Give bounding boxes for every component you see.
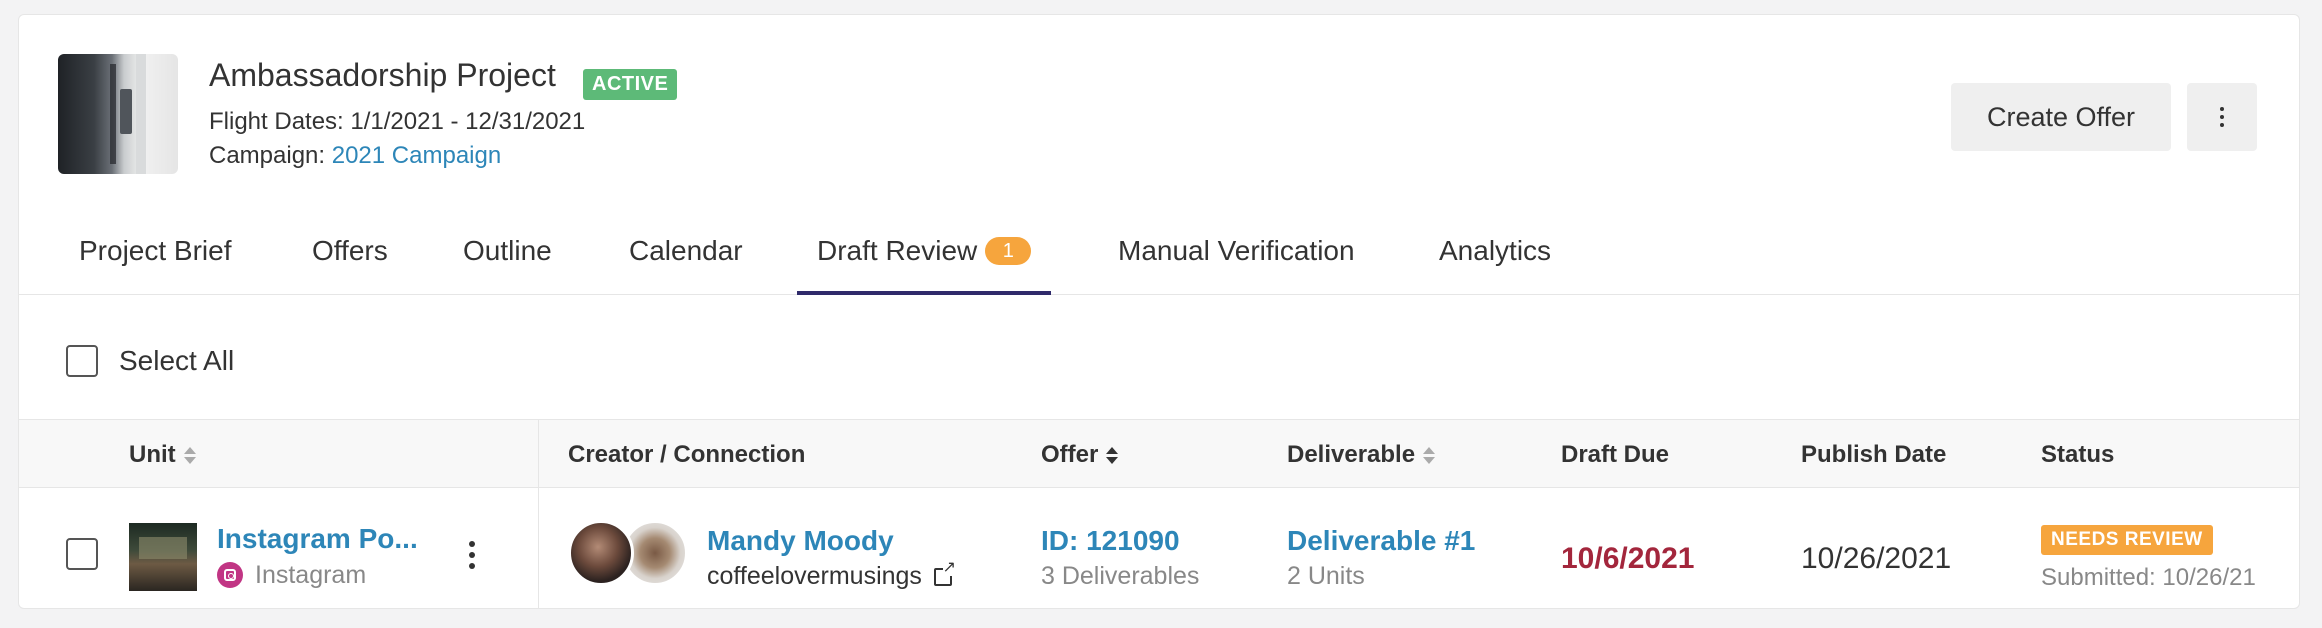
column-header-publish-date: Publish Date [1801,441,1947,468]
tab-offers[interactable]: Offers [312,235,388,295]
status-badge-active: ACTIVE [583,69,678,100]
external-link-icon [933,560,956,586]
tab-draft-review[interactable]: Draft Review 1 [797,235,1052,295]
tab-manual-verification[interactable]: Manual Verification [1118,235,1355,295]
column-header-creator: Creator / Connection [568,441,806,468]
status-badge-needs-review: NEEDS REVIEW [2041,525,2213,555]
instagram-icon [217,562,243,588]
deliverable-link[interactable]: Deliverable #1 [1287,525,1475,557]
tab-draft-review-label: Draft Review [817,235,978,266]
more-options-button[interactable] [2187,83,2257,151]
campaign-link[interactable]: 2021 Campaign [332,142,501,169]
select-all-checkbox[interactable] [66,345,98,377]
column-header-draft-due: Draft Due [1561,441,1670,468]
flight-dates: Flight Dates: 1/1/2021 - 12/31/2021 [209,108,586,135]
select-all-label: Select All [119,345,235,376]
campaign-info: Campaign: 2021 Campaign [209,142,501,170]
row-checkbox[interactable] [66,538,98,570]
sort-icon [1106,446,1119,466]
column-header-offer[interactable]: Offer [1041,441,1119,469]
offer-deliverable-count: 3 Deliverables [1041,562,1200,590]
table-header: Unit Creator / Connection Offer Delivera… [19,420,2299,488]
create-offer-button[interactable]: Create Offer [1951,83,2171,151]
project-thumbnail [58,54,178,174]
unit-thumbnail [129,523,197,591]
column-header-deliverable[interactable]: Deliverable [1287,441,1436,469]
creator-handle[interactable]: coffeelovermusings [707,560,956,591]
creator-avatar [568,520,634,586]
project-card: Ambassadorship Project ACTIVE Flight Dat… [18,14,2300,609]
draft-review-count-badge: 1 [985,237,1032,265]
select-all-row: Select All [19,296,2299,420]
deliverable-units: 2 Units [1287,562,1365,590]
row-more-options-button[interactable] [469,541,475,569]
campaign-label: Campaign: [209,142,332,169]
column-header-status: Status [2041,441,2115,468]
publish-date: 10/26/2021 [1801,542,1952,575]
tab-analytics[interactable]: Analytics [1439,235,1551,295]
project-title: Ambassadorship Project [209,57,556,93]
tab-outline[interactable]: Outline [463,235,552,295]
vertical-dots-icon [2220,107,2224,127]
tab-calendar[interactable]: Calendar [629,235,743,295]
submitted-date: Submitted: 10/26/21 [2041,564,2256,591]
table-row: Instagram Po... Instagram Mandy Moody co… [19,489,2299,608]
tab-project-brief[interactable]: Project Brief [79,235,232,295]
unit-title-link[interactable]: Instagram Po... [217,523,427,555]
sort-icon [183,446,196,466]
sort-icon [1423,446,1436,466]
offer-id-link[interactable]: ID: 121090 [1041,525,1180,557]
unit-platform: Instagram [255,561,367,589]
column-header-unit[interactable]: Unit [129,441,196,469]
tab-bar: Project Brief Offers Outline Calendar Dr… [19,215,2299,295]
creator-name-link[interactable]: Mandy Moody [707,525,894,557]
draft-due-date: 10/6/2021 [1561,542,1695,575]
vertical-dots-icon [469,541,475,569]
